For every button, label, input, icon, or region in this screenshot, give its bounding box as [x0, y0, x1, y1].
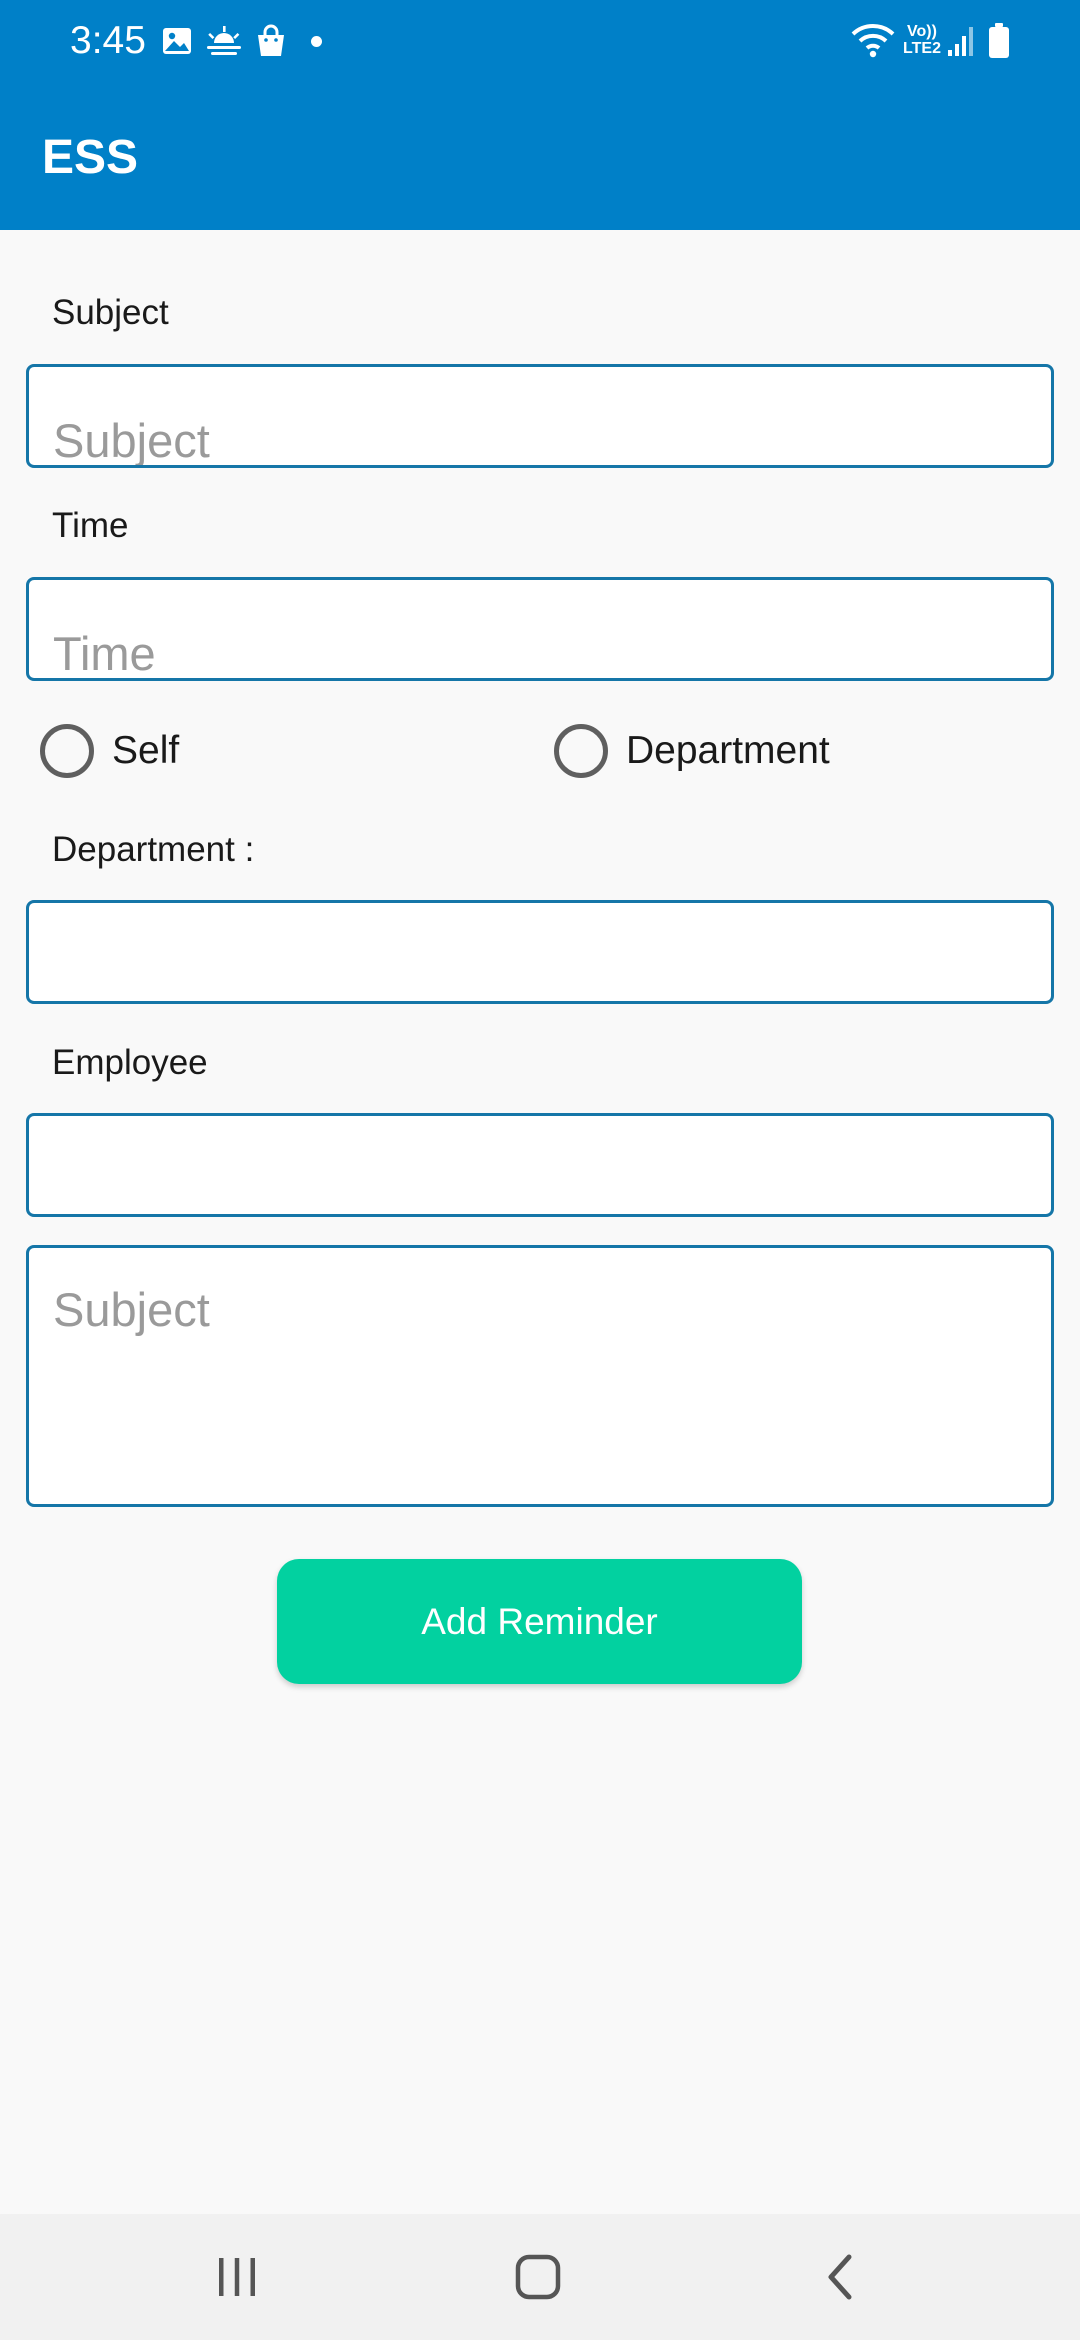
weather-icon [204, 22, 244, 60]
department-radio[interactable]: Department [554, 720, 830, 782]
department-radio-label[interactable]: Department [626, 729, 830, 773]
subject-field[interactable] [26, 364, 1054, 468]
time-field[interactable] [26, 577, 1054, 681]
employee-label: Employee [52, 1043, 208, 1082]
department-input[interactable] [53, 937, 1031, 1001]
app-header: 3:45 Vo)) LTE2 ESS [0, 0, 1080, 230]
self-radio[interactable]: Self [40, 720, 179, 782]
navigation-bar [0, 2214, 1080, 2340]
message-field[interactable] [26, 1245, 1054, 1507]
subject-label: Subject [52, 293, 169, 332]
department-field[interactable] [26, 900, 1054, 1004]
department-radio-circle[interactable] [554, 724, 608, 778]
time-label: Time [52, 506, 129, 545]
signal-icon [946, 22, 976, 60]
recent-apps-icon[interactable] [202, 2244, 272, 2310]
status-bar: 3:45 Vo)) LTE2 [0, 0, 1080, 82]
battery-icon [987, 22, 1011, 60]
time-input[interactable] [53, 614, 1031, 678]
back-icon[interactable] [806, 2244, 876, 2310]
app-title: ESS [42, 131, 139, 184]
image-icon [160, 22, 194, 60]
wifi-icon [850, 22, 896, 60]
recipient-radio-group: Self Department [0, 720, 1080, 782]
subject-input[interactable] [53, 401, 1031, 465]
employee-input[interactable] [53, 1150, 1031, 1214]
self-radio-circle[interactable] [40, 724, 94, 778]
message-textarea[interactable] [53, 1280, 1031, 1480]
volte-icon: Vo)) LTE2 [903, 23, 941, 57]
add-reminder-button[interactable]: Add Reminder [277, 1559, 802, 1684]
department-label: Department : [52, 830, 255, 869]
notification-dot [311, 36, 322, 47]
employee-field[interactable] [26, 1113, 1054, 1217]
shopping-bag-icon [254, 22, 288, 60]
self-radio-label[interactable]: Self [112, 729, 179, 773]
status-time: 3:45 [70, 19, 146, 62]
screen: 3:45 Vo)) LTE2 ESS Subject Subject Time … [0, 0, 1080, 2340]
home-icon[interactable] [503, 2244, 573, 2310]
